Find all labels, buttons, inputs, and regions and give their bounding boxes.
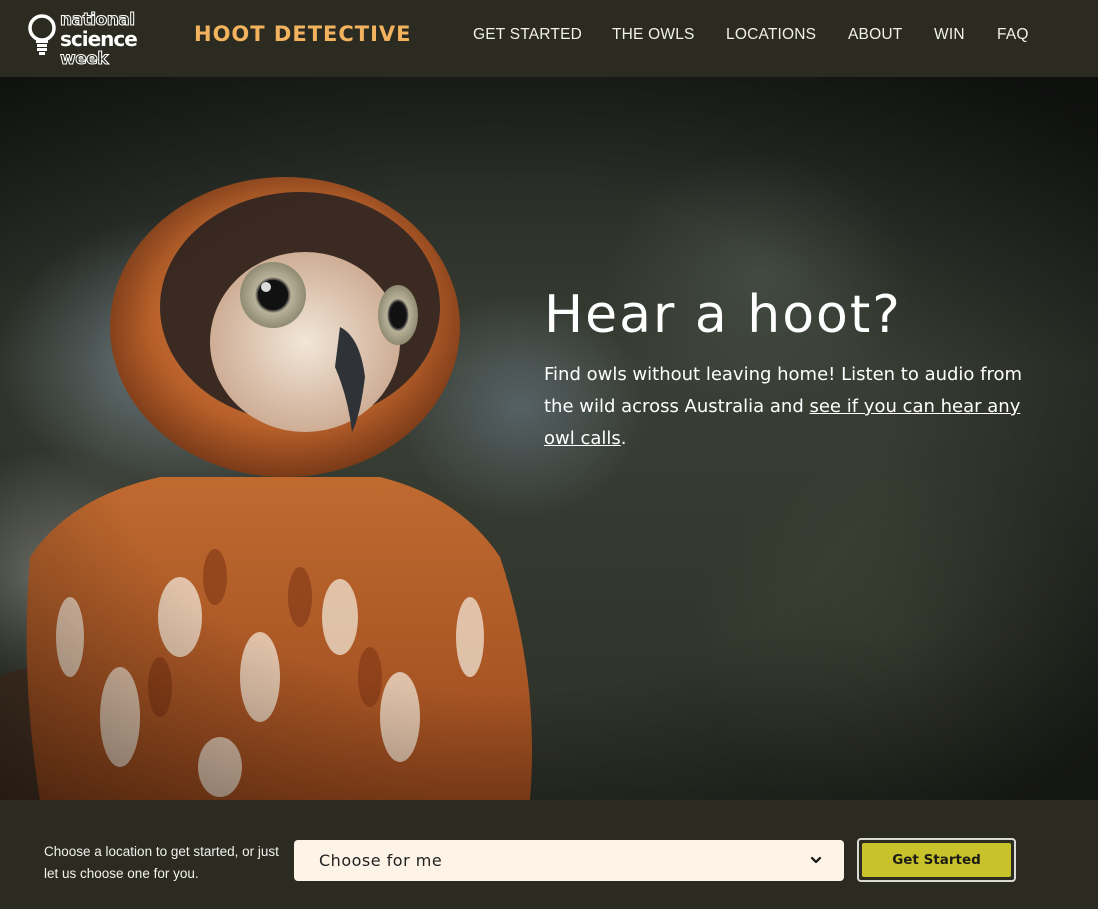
nav-faq[interactable]: FAQ (997, 26, 1029, 44)
hero-section: Hear a hoot? Find owls without leaving h… (0, 77, 1098, 800)
hero-text-block: Hear a hoot? Find owls without leaving h… (544, 285, 1024, 455)
main-nav: GET STARTED THE OWLS LOCATIONS ABOUT WIN… (0, 26, 1098, 46)
location-picker-bar: Choose a location to get started, or jus… (0, 800, 1098, 909)
location-prompt: Choose a location to get started, or jus… (44, 844, 279, 881)
nav-the-owls[interactable]: THE OWLS (612, 26, 695, 44)
nav-get-started[interactable]: GET STARTED (473, 26, 582, 44)
hero-title: Hear a hoot? (544, 285, 902, 345)
svg-text:week: week (60, 49, 109, 66)
chevron-down-icon (810, 856, 822, 864)
get-started-button-label: Get Started (862, 843, 1011, 877)
nav-about[interactable]: ABOUT (848, 26, 902, 44)
nav-win[interactable]: WIN (934, 26, 965, 44)
hero-description-end: . (620, 428, 627, 449)
location-select-value: Choose for me (319, 851, 443, 870)
get-started-button[interactable]: Get Started (857, 838, 1016, 882)
site-header: national science week HOOT DETECTIVE GET… (0, 0, 1098, 77)
location-select[interactable]: Choose for me (294, 840, 844, 881)
nav-locations[interactable]: LOCATIONS (726, 26, 816, 44)
hero-description: Find owls without leaving home! Listen t… (544, 359, 1024, 455)
